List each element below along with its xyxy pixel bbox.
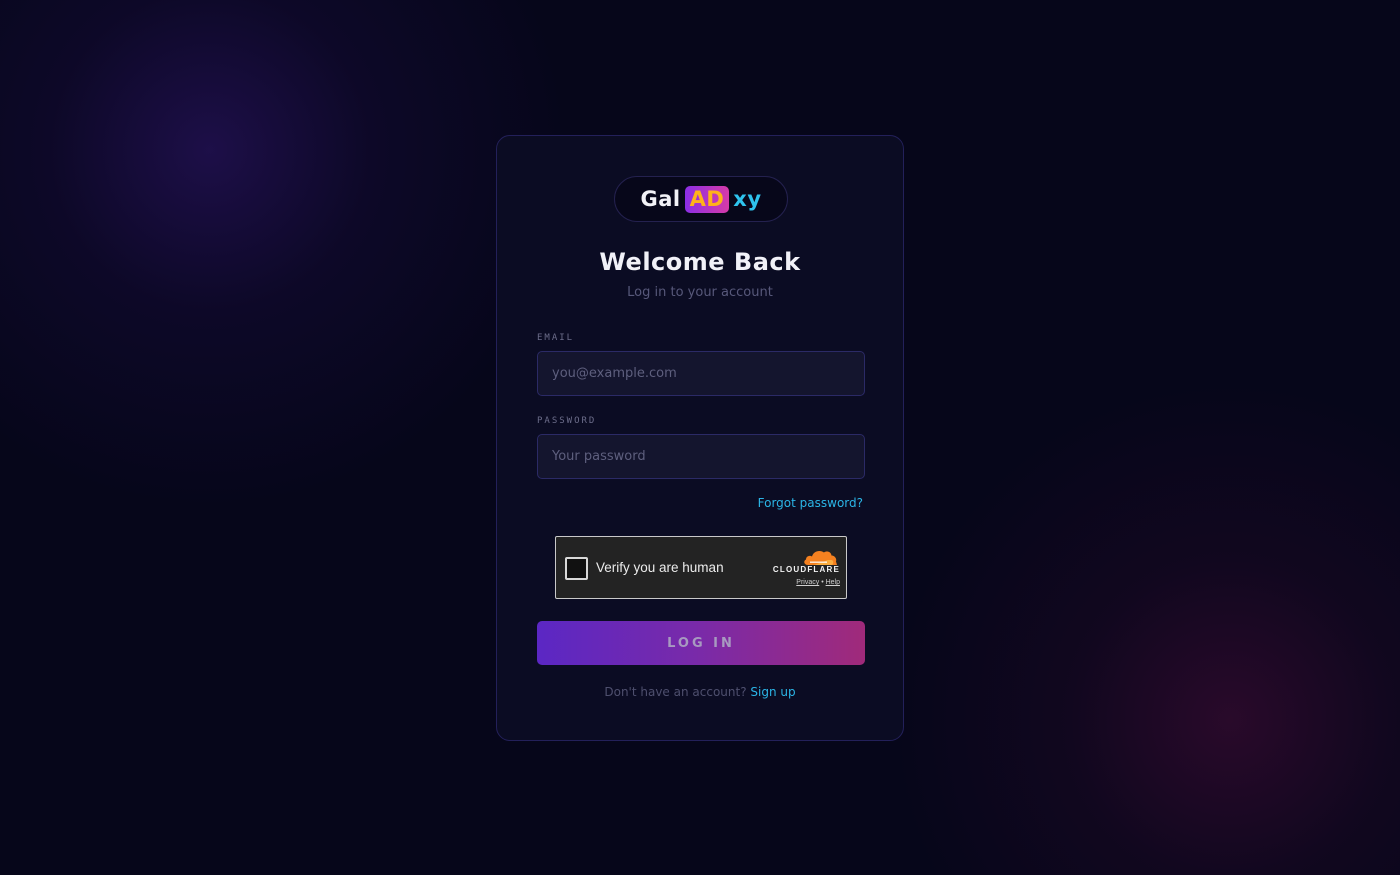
login-card: Gal AD xy Welcome Back Log in to your ac…	[496, 135, 904, 741]
captcha-label: Verify you are human	[596, 560, 724, 575]
page-subtitle: Log in to your account	[627, 285, 773, 300]
password-label: PASSWORD	[537, 416, 597, 426]
captcha-checkbox[interactable]	[565, 557, 588, 580]
cloudflare-cloud-icon	[804, 550, 837, 565]
captcha-links: Privacy • Help	[756, 579, 840, 586]
email-label: EMAIL	[537, 333, 575, 343]
forgot-password-link[interactable]: Forgot password?	[758, 496, 863, 510]
cloudflare-wordmark: CLOUDFLARE	[772, 565, 840, 574]
password-input[interactable]	[537, 434, 865, 479]
login-button[interactable]: LOG IN	[537, 621, 865, 665]
signup-link[interactable]: Sign up	[750, 685, 795, 699]
signup-row: Don't have an account? Sign up	[497, 685, 903, 699]
signup-prompt: Don't have an account?	[604, 685, 747, 699]
captcha-separator: •	[821, 579, 824, 586]
captcha-widget: Verify you are human CLOUDFLARE Privacy …	[555, 536, 847, 599]
brand-logo[interactable]: Gal AD xy	[614, 176, 788, 222]
page-title: Welcome Back	[599, 248, 801, 276]
logo-text-gal: Gal	[640, 187, 681, 211]
logo-text-ad: AD	[684, 185, 730, 213]
captcha-help-link[interactable]: Help	[826, 579, 840, 586]
captcha-privacy-link[interactable]: Privacy	[796, 579, 819, 586]
logo-text-xy: xy	[733, 187, 762, 211]
email-input[interactable]	[537, 351, 865, 396]
